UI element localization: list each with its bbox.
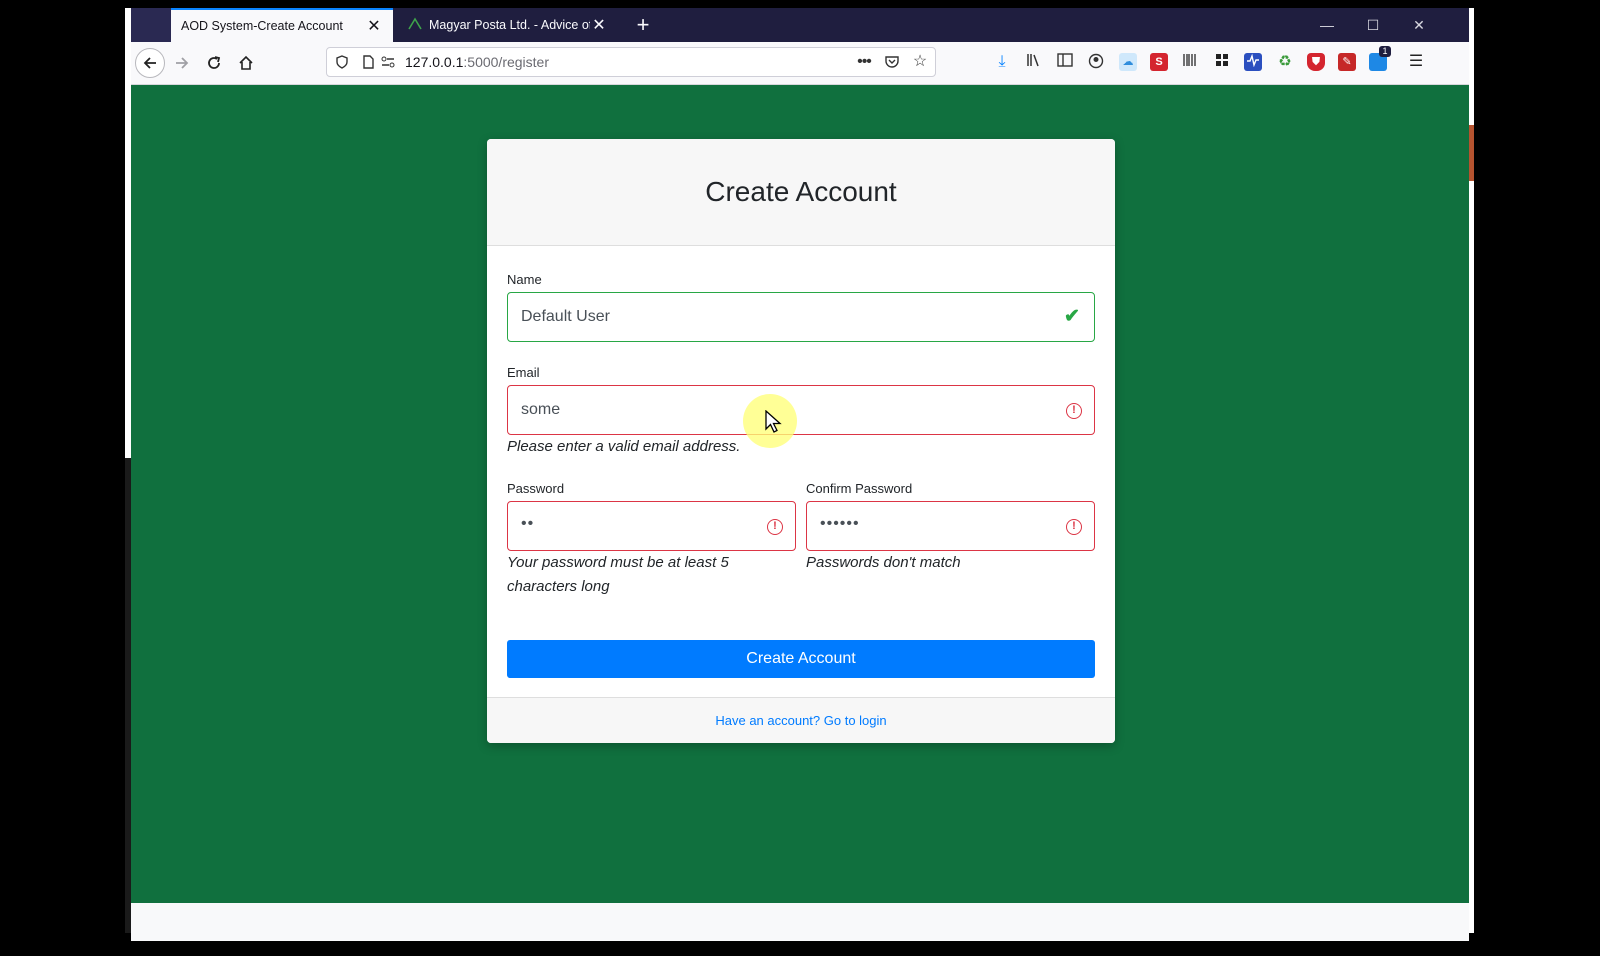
tab-favicon-icon [408,16,422,34]
card-body: Name Default User ✔ Email some ! Please … [487,246,1115,698]
home-icon[interactable] [231,48,261,78]
barcode-extension-icon[interactable] [1181,53,1199,71]
extension-badge: 1 [1379,46,1391,57]
password-value: •• [521,515,535,532]
url-text: 127.0.0.1:5000/register [405,54,549,70]
forward-button[interactable] [167,48,197,78]
error-alert-icon: ! [1066,403,1082,419]
navigation-toolbar: 127.0.0.1:5000/register ••• ☆ ⤓ ☁ S ♻ ⛊ … [131,42,1469,85]
cloud-extension-icon[interactable]: ☁ [1119,53,1137,71]
confirm-password-field[interactable]: •••••• ! [806,501,1095,551]
pulse-extension-icon[interactable] [1244,53,1262,71]
tab-aod-create-account[interactable]: AOD System-Create Account ✕ [171,8,393,42]
back-button[interactable] [135,48,165,78]
mouse-cursor-icon [765,410,782,433]
close-tab-icon[interactable]: ✕ [590,15,608,35]
name-value: Default User [521,308,610,325]
email-label: Email [507,365,540,380]
confirm-password-label: Confirm Password [806,481,913,496]
maximize-window-icon[interactable]: ☐ [1350,8,1396,42]
notification-extension-icon[interactable]: 1 [1369,46,1391,71]
name-field[interactable]: Default User ✔ [507,292,1095,342]
tab-strip: AOD System-Create Account ✕ Magyar Posta… [131,8,1469,42]
minimize-window-icon[interactable]: — [1304,8,1350,42]
page-title: Create Account [705,176,897,207]
green-extension-icon[interactable]: ♻ [1276,53,1294,71]
error-alert-icon: ! [767,519,783,535]
permissions-icon[interactable] [379,52,397,72]
close-window-icon[interactable]: ✕ [1396,8,1442,42]
browser-window: AOD System-Create Account ✕ Magyar Posta… [131,8,1469,941]
page-actions-icon[interactable]: ••• [855,52,873,72]
shield-icon[interactable] [333,52,351,72]
bookmark-star-icon[interactable]: ☆ [911,52,929,72]
url-host: 127.0.0.1 [405,54,464,70]
grid-extension-icon[interactable] [1213,53,1231,71]
s-extension-icon[interactable]: S [1150,53,1168,71]
reload-icon[interactable] [199,48,229,78]
password-feedback: Your password must be at least 5 charact… [507,554,729,595]
address-bar[interactable]: 127.0.0.1:5000/register ••• ☆ [326,47,936,77]
download-icon[interactable]: ⤓ [993,53,1011,71]
close-tab-icon[interactable]: ✕ [365,16,383,36]
name-label: Name [507,272,542,287]
pdf-extension-icon[interactable]: ✎ [1338,53,1356,71]
email-field[interactable]: some ! [507,385,1095,435]
page-footer [131,903,1469,941]
tab-title: AOD System-Create Account [181,19,343,33]
tab-magyar-posta[interactable]: Magyar Posta Ltd. - Advice of ✕ [398,8,618,42]
sidebar-icon[interactable] [1056,53,1074,71]
new-tab-button[interactable]: + [628,10,658,40]
card-header: Create Account [487,139,1115,246]
card-footer: Have an account? Go to login [487,697,1115,743]
email-value: some [521,401,561,418]
page-content: Create Account Name Default User ✔ Email… [131,85,1469,903]
account-icon[interactable] [1087,53,1105,71]
password-field[interactable]: •• ! [507,501,796,551]
tab-strip-lead [131,8,171,42]
create-account-button[interactable]: Create Account [507,640,1095,678]
confirm-password-value: •••••• [820,515,860,532]
confirm-password-feedback: Passwords don't match [806,554,961,571]
password-label: Password [507,481,565,496]
valid-check-icon: ✔ [1064,306,1080,327]
shield-extension-icon[interactable]: ⛊ [1307,53,1325,71]
email-feedback: Please enter a valid email address. [507,438,741,455]
library-icon[interactable] [1025,53,1043,71]
tab-title: Magyar Posta Ltd. - Advice of [429,18,590,32]
go-to-login-link[interactable]: Have an account? Go to login [715,713,886,728]
pocket-icon[interactable] [883,52,901,72]
create-account-card: Create Account Name Default User ✔ Email… [487,139,1115,743]
page-icon[interactable] [359,52,377,72]
url-path: :5000/register [463,54,549,70]
error-alert-icon: ! [1066,519,1082,535]
menu-icon[interactable]: ☰ [1407,53,1425,71]
